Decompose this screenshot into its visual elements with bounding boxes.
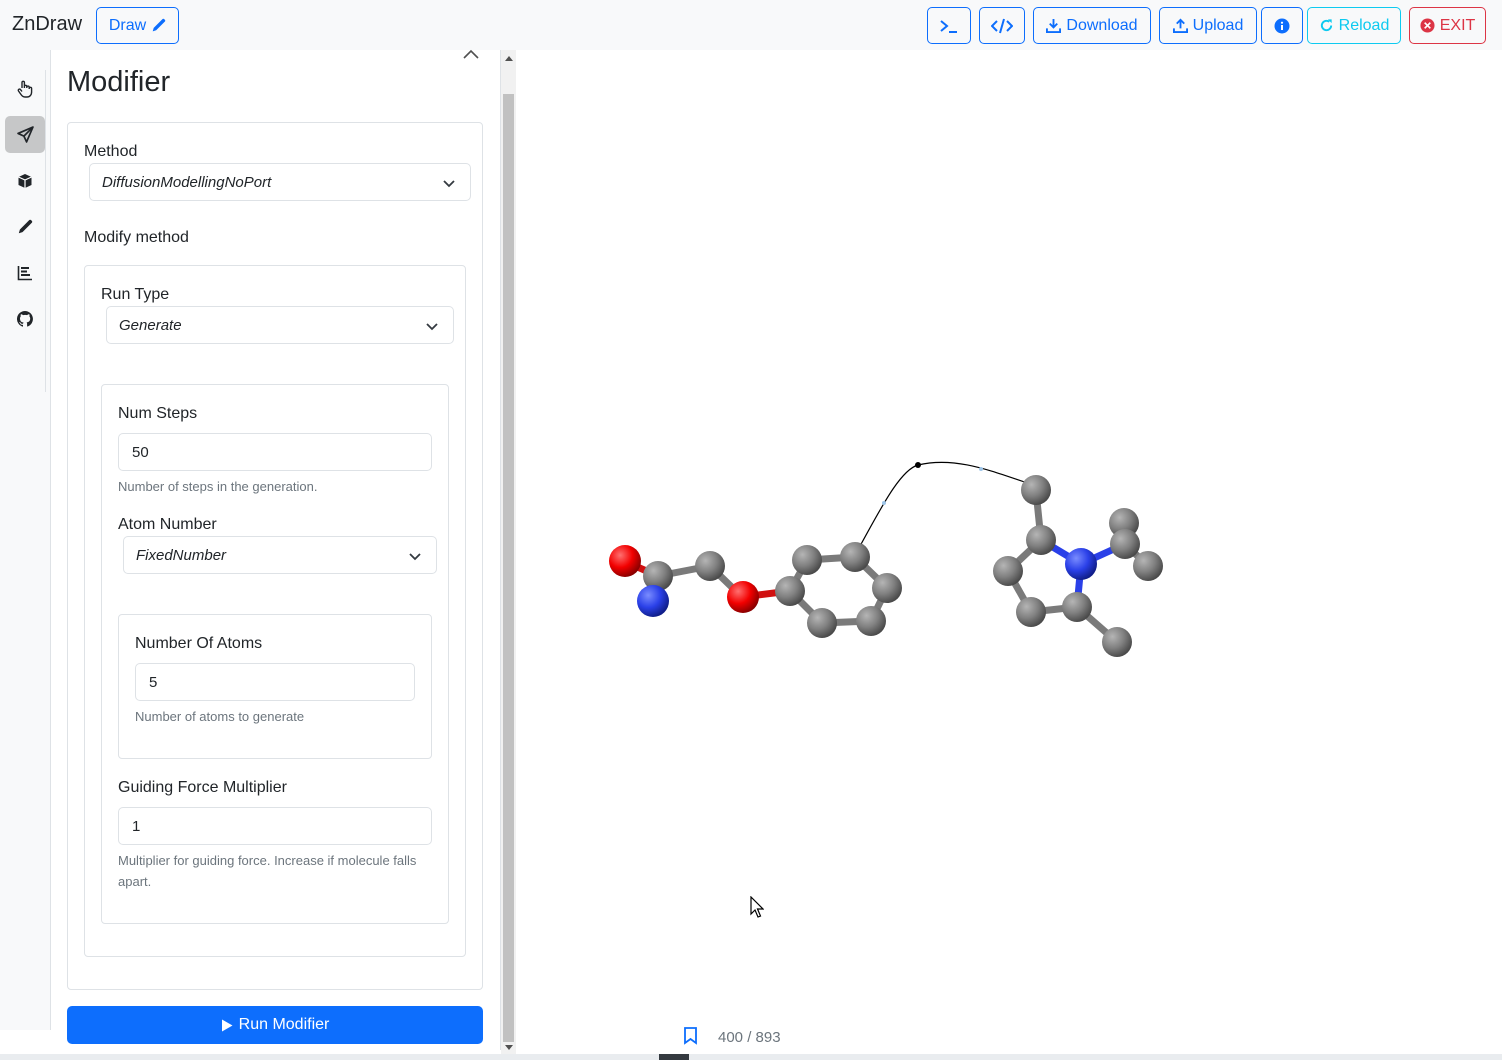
molecule-viewer-canvas[interactable]: [516, 50, 1502, 1054]
run-modifier-label: Run Modifier: [238, 1016, 330, 1033]
app-title: ZnDraw: [12, 13, 83, 35]
bar-chart-icon: [17, 265, 32, 280]
num-atoms-input[interactable]: 5: [135, 663, 415, 701]
sidebar-item-draw[interactable]: [5, 208, 45, 245]
atom-number-label: Atom Number: [118, 516, 217, 533]
code-button[interactable]: [979, 7, 1025, 44]
reload-button-label: Reload: [1338, 16, 1390, 34]
github-icon: [17, 310, 33, 327]
curve-midpoint[interactable]: [882, 501, 886, 505]
download-icon: [1046, 18, 1062, 33]
reload-icon: [1320, 19, 1332, 32]
chevron-up-icon[interactable]: [461, 48, 481, 62]
left-icon-sidebar: [0, 50, 51, 1030]
hand-pointer-icon: [17, 80, 33, 98]
scroll-thumb[interactable]: [503, 94, 514, 1042]
send-icon: [16, 126, 34, 143]
panel-title: Modifier: [67, 66, 171, 98]
pencil-icon: [18, 219, 33, 233]
atom-number-select[interactable]: FixedNumber: [123, 536, 437, 574]
guide-curve[interactable]: [859, 461, 1044, 547]
curve-control-point[interactable]: [915, 462, 921, 468]
upload-button-label: Upload: [1192, 16, 1244, 34]
sidebar-item-geometry[interactable]: [5, 162, 45, 199]
panel-scrollbar[interactable]: [501, 50, 516, 1055]
run-type-select[interactable]: Generate: [106, 306, 454, 344]
scroll-down-arrow[interactable]: [505, 1045, 513, 1050]
sidebar-item-analysis[interactable]: [5, 254, 45, 291]
sidebar-item-modifier[interactable]: [5, 116, 45, 153]
modify-method-label: Modify method: [84, 229, 189, 246]
run-type-select-value: Generate: [119, 316, 182, 334]
modify-method-card: Run Type Generate Num Steps 50 Number of…: [84, 265, 466, 957]
fixed-number-card: Number Of Atoms 5 Number of atoms to gen…: [118, 614, 432, 759]
chevron-down-icon: [426, 323, 438, 331]
upload-button[interactable]: Upload: [1159, 7, 1257, 44]
play-icon: [221, 1019, 233, 1031]
exit-button-label: EXIT: [1439, 16, 1476, 34]
guiding-force-help: Multiplier for guiding force. Increase i…: [118, 853, 417, 889]
top-navbar: ZnDraw Draw Download Upload Reload EXIT: [0, 0, 1502, 50]
mouse-cursor-icon: [750, 896, 764, 918]
method-select-value: DiffusionModellingNoPort: [102, 173, 272, 191]
molecule-scene[interactable]: [516, 50, 1502, 1054]
close-circle-icon: [1420, 18, 1435, 33]
pencil-icon: [152, 18, 166, 32]
scroll-up-arrow[interactable]: [505, 56, 513, 61]
terminal-button[interactable]: [927, 7, 971, 44]
curve-midpoint[interactable]: [979, 467, 983, 471]
exit-button[interactable]: EXIT: [1409, 7, 1486, 44]
generate-params-card: Num Steps 50 Number of steps in the gene…: [101, 384, 449, 924]
frame-counter: 400 / 893: [718, 1029, 781, 1046]
draw-button-label: Draw: [108, 16, 147, 34]
run-type-label: Run Type: [101, 286, 170, 303]
download-button[interactable]: Download: [1033, 7, 1151, 44]
atom-number-select-value: FixedNumber: [136, 546, 227, 564]
icon-sidebar-group: [4, 70, 46, 392]
method-select[interactable]: DiffusionModellingNoPort: [89, 163, 471, 201]
chevron-down-icon: [443, 180, 455, 188]
code-icon: [991, 18, 1013, 33]
num-steps-label: Num Steps: [118, 405, 198, 422]
info-icon: [1274, 18, 1290, 33]
sidebar-item-selection[interactable]: [5, 70, 45, 107]
method-card: Method DiffusionModellingNoPort Modify m…: [67, 122, 483, 990]
chevron-down-icon: [409, 553, 421, 561]
box-icon: [18, 173, 32, 188]
sidebar-item-github[interactable]: [5, 300, 45, 337]
num-atoms-label: Number Of Atoms: [135, 635, 263, 652]
run-modifier-button[interactable]: Run Modifier: [67, 1006, 483, 1044]
guiding-force-label: Guiding Force Multiplier: [118, 779, 287, 796]
terminal-icon: [940, 19, 957, 33]
modifier-panel: Modifier Method DiffusionModellingNoPort…: [51, 48, 501, 1050]
draw-button[interactable]: Draw: [96, 7, 179, 44]
method-label: Method: [84, 143, 138, 160]
num-steps-input[interactable]: 50: [118, 433, 432, 471]
bookmark-icon[interactable]: [683, 1027, 698, 1045]
num-steps-help: Number of steps in the generation.: [118, 479, 318, 494]
upload-icon: [1172, 18, 1188, 33]
timeline-position-marker[interactable]: [659, 1054, 689, 1060]
reload-button[interactable]: Reload: [1307, 7, 1401, 44]
download-button-label: Download: [1066, 16, 1138, 34]
frame-timeline[interactable]: [0, 1054, 1502, 1060]
info-button[interactable]: [1261, 7, 1303, 44]
guiding-force-input[interactable]: 1: [118, 807, 432, 845]
num-atoms-help: Number of atoms to generate: [135, 709, 305, 724]
